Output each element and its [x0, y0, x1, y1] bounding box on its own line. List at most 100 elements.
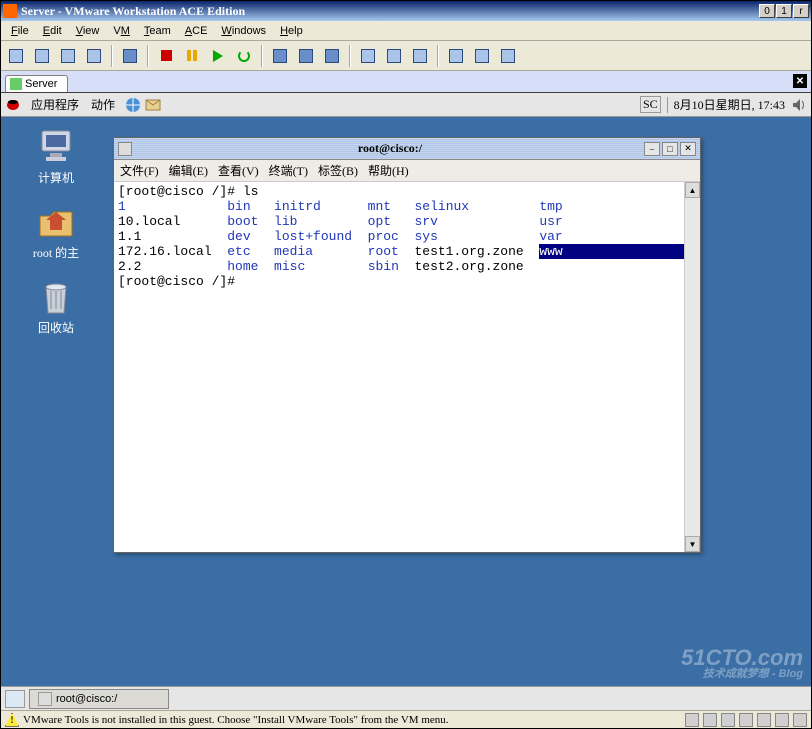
- menu-windows[interactable]: Windows: [215, 23, 272, 39]
- task-label: root@cisco:/: [56, 693, 117, 705]
- clock[interactable]: 8月10日星期日, 17:43: [674, 96, 785, 113]
- terminal-menubar: 文件(F) 编辑(E) 查看(V) 终端(T) 标签(B) 帮助(H): [114, 160, 700, 182]
- term-menu-tabs[interactable]: 标签(B): [318, 162, 358, 179]
- tb-snapshot-icon[interactable]: [269, 45, 291, 67]
- desktop-icon-computer[interactable]: 计算机: [17, 127, 95, 186]
- browser-launcher-icon[interactable]: [125, 97, 141, 113]
- term-menu-terminal[interactable]: 终端(T): [269, 162, 308, 179]
- menu-team[interactable]: Team: [138, 23, 177, 39]
- tb-pause-icon[interactable]: [181, 45, 203, 67]
- device-net-icon[interactable]: [739, 713, 753, 727]
- toolbar-separator: [111, 45, 113, 67]
- show-desktop-button[interactable]: [5, 690, 25, 708]
- scroll-up-icon[interactable]: ▲: [685, 182, 700, 198]
- vmware-statusbar: ! VMware Tools is not installed in this …: [1, 710, 811, 728]
- desktop-icon-label: 回收站: [38, 319, 74, 336]
- tb-manage-icon[interactable]: [321, 45, 343, 67]
- tb-view3-icon[interactable]: [409, 45, 431, 67]
- applications-menu[interactable]: 应用程序: [25, 96, 85, 113]
- term-menu-help[interactable]: 帮助(H): [368, 162, 409, 179]
- computer-icon: [36, 127, 76, 167]
- guest-desktop[interactable]: 应用程序 动作 SC 8月10日星期日, 17:43 计算机 root: [1, 93, 811, 710]
- term-menu-view[interactable]: 查看(V): [218, 162, 259, 179]
- tab-close-icon[interactable]: ✕: [793, 74, 807, 88]
- device-floppy-icon[interactable]: [721, 713, 735, 727]
- tb-stop-icon[interactable]: [155, 45, 177, 67]
- terminal-content[interactable]: [root@cisco /]# ls 1 bin initrd mnt seli…: [114, 182, 684, 552]
- device-hdd-icon[interactable]: [685, 713, 699, 727]
- terminal-titlebar[interactable]: root@cisco:/ – □ ✕: [114, 138, 700, 160]
- tb-quickswitch-icon[interactable]: [471, 45, 493, 67]
- status-text: VMware Tools is not installed in this gu…: [23, 714, 449, 726]
- close-button[interactable]: r: [793, 4, 809, 18]
- tb-new-icon[interactable]: [5, 45, 27, 67]
- terminal-minimize-button[interactable]: –: [644, 142, 660, 156]
- device-other-icon[interactable]: [793, 713, 807, 727]
- vmware-menubar: File Edit View VM Team ACE Windows Help: [1, 21, 811, 41]
- terminal-maximize-button[interactable]: □: [662, 142, 678, 156]
- panel-launchers: [125, 97, 161, 113]
- toolbar-separator: [147, 45, 149, 67]
- tb-reset-icon[interactable]: [233, 45, 255, 67]
- mail-launcher-icon[interactable]: [145, 97, 161, 113]
- terminal-close-button[interactable]: ✕: [680, 142, 696, 156]
- maximize-button[interactable]: 1: [776, 4, 792, 18]
- desktop-icon-label: 计算机: [38, 169, 74, 186]
- tb-open-icon[interactable]: [31, 45, 53, 67]
- trash-icon: [36, 277, 76, 317]
- taskbar-item-terminal[interactable]: root@cisco:/: [29, 689, 169, 709]
- vm-tab-server[interactable]: Server: [5, 75, 68, 92]
- desktop-icon-label: root 的主: [33, 244, 79, 261]
- menu-vm[interactable]: VM: [107, 23, 136, 39]
- tb-box-icon[interactable]: [119, 45, 141, 67]
- tb-open2-icon[interactable]: [57, 45, 79, 67]
- terminal-scrollbar[interactable]: ▲ ▼: [684, 182, 700, 552]
- watermark-sub: 技术成就梦想 - Blog: [681, 669, 803, 680]
- vmware-icon: [3, 4, 17, 18]
- tb-unity-icon[interactable]: [497, 45, 519, 67]
- vmware-titlebar[interactable]: Server - VMware Workstation ACE Edition …: [1, 1, 811, 21]
- scroll-down-icon[interactable]: ▼: [685, 536, 700, 552]
- toolbar-separator: [349, 45, 351, 67]
- menu-ace[interactable]: ACE: [179, 23, 214, 39]
- menu-view[interactable]: View: [70, 23, 106, 39]
- tb-play-icon[interactable]: [207, 45, 229, 67]
- tb-view1-icon[interactable]: [357, 45, 379, 67]
- tb-view2-icon[interactable]: [383, 45, 405, 67]
- menu-edit[interactable]: Edit: [37, 23, 68, 39]
- terminal-icon: [118, 142, 132, 156]
- scroll-track[interactable]: [685, 198, 700, 536]
- device-sound-icon[interactable]: [775, 713, 789, 727]
- device-usb-icon[interactable]: [757, 713, 771, 727]
- gnome-top-panel: 应用程序 动作 SC 8月10日星期日, 17:43: [1, 93, 811, 117]
- actions-menu[interactable]: 动作: [85, 96, 121, 113]
- volume-icon[interactable]: [791, 97, 807, 113]
- vmware-tabbar: Server ✕: [1, 71, 811, 93]
- desktop-icons: 计算机 root 的主 回收站: [17, 127, 95, 336]
- term-menu-file[interactable]: 文件(F): [120, 162, 159, 179]
- vmware-title: Server - VMware Workstation ACE Edition: [21, 4, 759, 19]
- vm-tab-label: Server: [25, 78, 57, 90]
- term-menu-edit[interactable]: 编辑(E): [169, 162, 208, 179]
- input-method-indicator[interactable]: SC: [640, 96, 661, 113]
- panel-separator: [667, 97, 668, 113]
- redhat-icon[interactable]: [5, 97, 21, 113]
- tb-revert-icon[interactable]: [295, 45, 317, 67]
- minimize-button[interactable]: 0: [759, 4, 775, 18]
- device-cd-icon[interactable]: [703, 713, 717, 727]
- watermark: 51CTO.com 技术成就梦想 - Blog: [681, 647, 803, 680]
- watermark-main: 51CTO.com: [681, 647, 803, 669]
- tb-fullscreen-icon[interactable]: [445, 45, 467, 67]
- vmware-window: Server - VMware Workstation ACE Edition …: [0, 0, 812, 729]
- menu-help[interactable]: Help: [274, 23, 309, 39]
- terminal-window[interactable]: root@cisco:/ – □ ✕ 文件(F) 编辑(E) 查看(V) 终端(…: [113, 137, 701, 553]
- desktop-icon-root-home[interactable]: root 的主: [17, 202, 95, 261]
- warning-icon: !: [5, 713, 19, 727]
- terminal-body: [root@cisco /]# ls 1 bin initrd mnt seli…: [114, 182, 700, 552]
- vmware-toolbar: [1, 41, 811, 71]
- desktop-icon-trash[interactable]: 回收站: [17, 277, 95, 336]
- window-buttons: 0 1 r: [759, 4, 809, 18]
- gnome-bottom-panel: root@cisco:/: [1, 686, 811, 710]
- tb-save-icon[interactable]: [83, 45, 105, 67]
- menu-file[interactable]: File: [5, 23, 35, 39]
